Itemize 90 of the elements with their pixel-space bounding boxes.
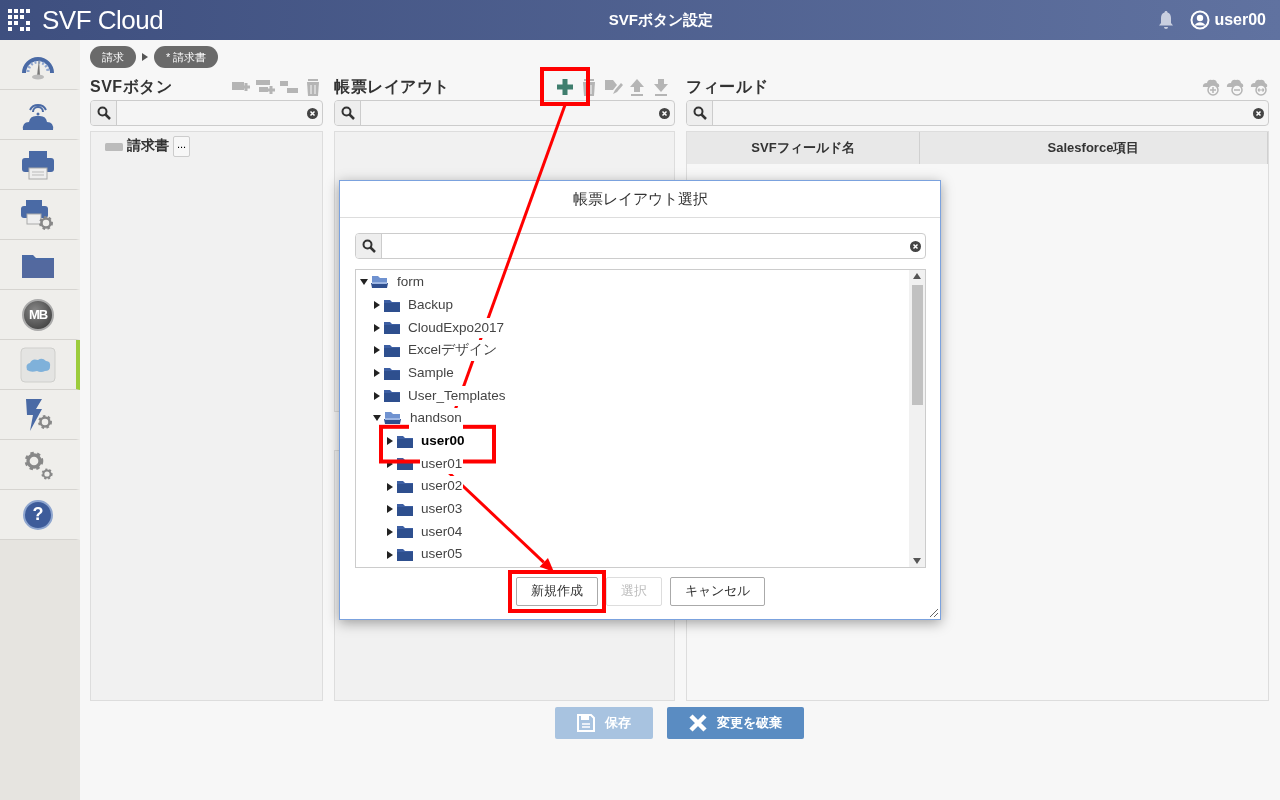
tree-row[interactable]: form — [360, 271, 909, 294]
tree-row[interactable]: user04 — [386, 520, 909, 544]
bell-icon[interactable] — [1158, 11, 1175, 29]
sidebar-item[interactable] — [0, 140, 80, 190]
panel-title: SVFボタン — [90, 77, 174, 97]
search-field[interactable] — [90, 100, 323, 126]
folder-icon — [397, 480, 413, 494]
badge-icon: MB — [22, 298, 54, 331]
caret-right-icon[interactable] — [386, 437, 394, 446]
button-icon — [105, 141, 123, 152]
highlight-box — [540, 67, 590, 106]
folder-icon — [397, 502, 413, 516]
caret-right-icon[interactable] — [373, 369, 381, 378]
tree-row[interactable]: user05 — [386, 543, 909, 566]
user-avatar-icon[interactable] — [1190, 10, 1211, 30]
caret-right-icon[interactable] — [373, 391, 381, 400]
sidebar-item[interactable] — [0, 90, 80, 140]
cancel-button[interactable]: キャンセル — [670, 577, 765, 606]
caret-right-icon[interactable] — [373, 346, 381, 355]
caret-right-icon[interactable] — [373, 301, 381, 310]
search-field[interactable] — [334, 100, 675, 126]
folder-icon — [397, 434, 413, 448]
caret-right-icon[interactable] — [373, 323, 381, 332]
caret-right-icon[interactable] — [386, 482, 394, 491]
clear-icon[interactable] — [1253, 108, 1264, 120]
close-icon — [689, 714, 707, 732]
tree-row[interactable]: user03 — [386, 497, 909, 521]
caret-right-icon[interactable] — [386, 505, 394, 514]
clear-icon[interactable] — [307, 108, 318, 120]
column-header[interactable]: Salesforce項目 — [920, 132, 1268, 164]
folder-icon — [384, 366, 400, 380]
folder-icon — [384, 321, 400, 335]
more-button[interactable]: ... — [173, 136, 191, 157]
cloud-icon — [20, 346, 56, 383]
sidebar-item[interactable]: ? — [0, 490, 80, 540]
scroll-up-icon[interactable] — [913, 273, 921, 279]
page-title: SVFボタン設定 — [607, 9, 714, 30]
search-icon — [335, 101, 361, 125]
username[interactable]: user00 — [1214, 8, 1266, 32]
sidebar-item[interactable] — [0, 40, 80, 90]
tree-row[interactable]: Excelデザイン — [373, 339, 909, 362]
panel-title: フィールド — [686, 77, 770, 97]
tree-row[interactable]: user00 — [386, 429, 909, 453]
folder-icon — [384, 389, 400, 403]
plus-icon[interactable] — [555, 77, 575, 97]
help-icon[interactable]: ? — [23, 499, 53, 530]
sidebar-item[interactable] — [0, 240, 80, 290]
scroll-thumb[interactable] — [911, 285, 923, 405]
save-icon — [577, 714, 595, 732]
tree-row[interactable]: Backup — [373, 293, 909, 317]
folder-icon — [397, 548, 413, 562]
sidebar-item[interactable] — [0, 190, 80, 240]
breadcrumb-item[interactable]: 請求 — [90, 45, 136, 69]
scroll-down-icon[interactable] — [913, 558, 921, 564]
discard-button[interactable]: 変更を破棄 — [667, 707, 804, 739]
caret-right-icon[interactable] — [386, 527, 394, 536]
clear-icon[interactable] — [659, 108, 670, 120]
folder-open-icon — [384, 411, 402, 426]
column-header[interactable]: SVFフィールド名 — [687, 132, 920, 164]
sidebar-item[interactable] — [0, 390, 80, 440]
panel-title: 帳票レイアウト — [334, 77, 451, 97]
folder-open-icon — [371, 275, 389, 290]
tree-item[interactable]: 請求書 — [127, 136, 169, 157]
tree-row[interactable]: user01 — [386, 452, 909, 476]
folder-icon — [384, 343, 400, 357]
clear-icon[interactable] — [910, 241, 921, 253]
folder-icon — [397, 525, 413, 539]
scrollbar[interactable] — [909, 270, 925, 567]
resize-grip-icon[interactable] — [929, 608, 938, 617]
tree-row[interactable]: user02 — [386, 475, 909, 498]
search-icon — [91, 101, 117, 125]
tree-row[interactable]: User_Templates — [373, 384, 909, 408]
search-icon — [356, 234, 382, 258]
search-icon — [687, 101, 713, 125]
sidebar-item[interactable] — [0, 440, 80, 490]
dialog-title: 帳票レイアウト選択 — [340, 181, 940, 218]
sidebar-item[interactable]: MB — [0, 290, 80, 340]
tree-row[interactable]: handson — [373, 407, 909, 430]
caret-down-icon[interactable] — [360, 278, 368, 287]
new-button[interactable]: 新規作成 — [516, 577, 598, 606]
search-field[interactable] — [686, 100, 1269, 126]
caret-down-icon[interactable] — [373, 414, 381, 423]
breadcrumb-item[interactable]: * 請求書 — [154, 45, 219, 69]
tree-row[interactable]: Sample — [373, 361, 909, 385]
search-field[interactable] — [355, 233, 926, 259]
caret-right-icon[interactable] — [386, 550, 394, 559]
folder-icon — [384, 298, 400, 312]
logo-text: SVF Cloud — [42, 7, 164, 33]
chevron-right-icon — [142, 53, 148, 61]
tree-row[interactable]: CloudExpo2017 — [373, 316, 909, 340]
